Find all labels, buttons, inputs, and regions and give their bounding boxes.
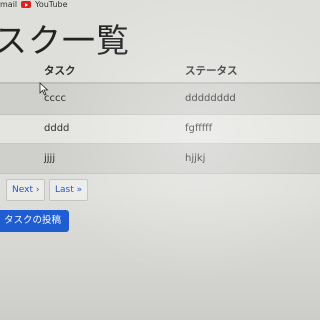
table-header-row: タスク ステータス [0, 56, 320, 84]
table-row: jjjj hjjkj [0, 144, 320, 174]
bookmarks-bar: mail YouTube [0, 0, 320, 12]
next-page-button[interactable]: Next › [6, 179, 46, 201]
column-header-status: ステータス [185, 65, 238, 77]
status-cell: fgfffff [185, 123, 213, 134]
page-title: スク一覧 [0, 21, 130, 60]
bookmark-gmail[interactable]: mail [0, 0, 17, 9]
task-cell: jjjj [44, 153, 56, 164]
status-cell: hjjkj [185, 153, 206, 164]
table-row: dddd fgfffff [0, 115, 320, 144]
post-task-button[interactable]: タスクの投稿 [0, 210, 70, 232]
column-header-task: タスク [44, 65, 76, 77]
status-cell: dddddddd [185, 93, 236, 104]
bookmark-youtube[interactable]: YouTube [35, 0, 68, 9]
mouse-cursor-icon [39, 82, 49, 96]
task-cell: dddd [44, 123, 70, 134]
last-page-button[interactable]: Last » [49, 179, 89, 201]
youtube-icon[interactable] [21, 1, 31, 8]
